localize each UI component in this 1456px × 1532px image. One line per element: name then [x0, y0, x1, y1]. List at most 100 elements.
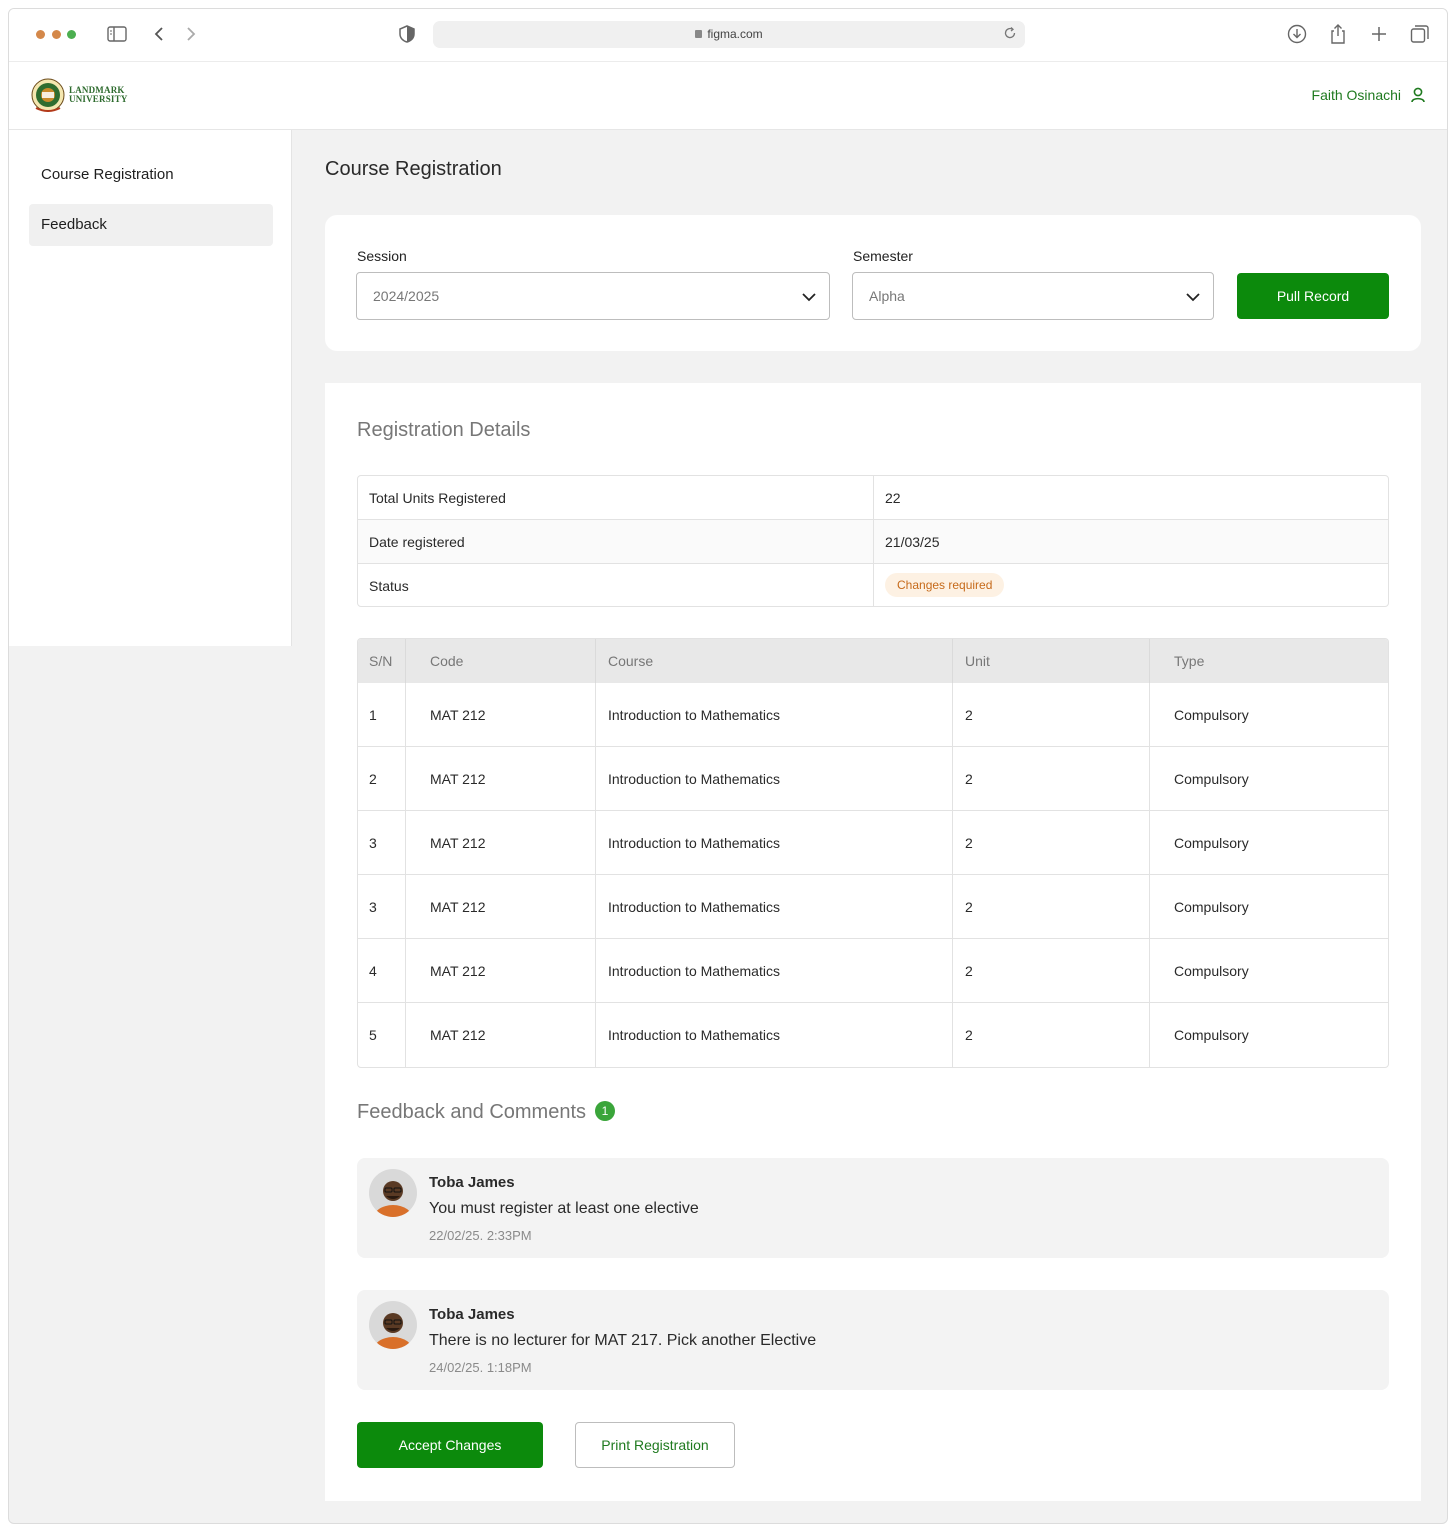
user-name: Faith Osinachi [1311, 87, 1401, 103]
avatar [369, 1301, 417, 1349]
table-row: 2 MAT 212 Introduction to Mathematics 2 … [358, 747, 1388, 811]
table-row: 1 MAT 212 Introduction to Mathematics 2 … [358, 683, 1388, 747]
cell-type: Compulsory [1174, 770, 1249, 787]
share-icon[interactable] [1327, 23, 1349, 45]
close-window-button[interactable] [36, 30, 45, 39]
university-seal-icon [31, 78, 65, 112]
minimize-window-button[interactable] [52, 30, 61, 39]
cell-course: Introduction to Mathematics [608, 1027, 780, 1043]
feedback-header: Feedback and Comments 1 [357, 1100, 616, 1124]
comment-message: You must register at least one elective [429, 1200, 699, 1217]
sidebar: Course Registration Feedback [9, 130, 292, 646]
cell-course: Introduction to Mathematics [608, 834, 780, 851]
pull-record-button[interactable]: Pull Record [1237, 273, 1389, 319]
cell-sn: 4 [369, 962, 377, 979]
sidebar-toggle-icon[interactable] [106, 23, 128, 45]
cell-code: MAT 212 [430, 962, 486, 979]
cell-type: Compulsory [1174, 962, 1249, 979]
session-value: 2024/2025 [373, 288, 440, 304]
cell-code: MAT 212 [430, 898, 486, 915]
details-value: 22 [885, 490, 901, 506]
table-header-row: S/N Code Course Unit Type [358, 639, 1388, 683]
forward-icon[interactable] [180, 23, 202, 45]
comment-card: Toba James There is no lecturer for MAT … [357, 1290, 1389, 1390]
session-select[interactable]: 2024/2025 [356, 272, 830, 320]
address-bar[interactable]: figma.com [433, 21, 1025, 48]
cell-sn: 1 [369, 706, 377, 723]
user-icon [1411, 87, 1425, 103]
maximize-window-button[interactable] [67, 30, 76, 39]
registration-details-table: Total Units Registered 22 Date registere… [357, 475, 1389, 607]
app-header: LANDMARK UNIVERSITY Faith Osinachi [9, 62, 1447, 130]
table-row: 3 MAT 212 Introduction to Mathematics 2 … [358, 875, 1388, 939]
cell-sn: 5 [369, 1027, 377, 1043]
details-row: Status Changes required [358, 564, 1388, 606]
courses-table: S/N Code Course Unit Type 1 MAT 212 Intr… [357, 638, 1389, 1068]
column-header-course: Course [608, 653, 654, 669]
cell-unit: 2 [965, 962, 973, 979]
table-row: 3 MAT 212 Introduction to Mathematics 2 … [358, 811, 1388, 875]
cell-unit: 2 [965, 1027, 973, 1043]
column-header-sn: S/N [369, 653, 393, 669]
lock-icon [695, 30, 703, 38]
page-title: Course Registration [325, 158, 502, 180]
cell-type: Compulsory [1174, 1027, 1249, 1043]
cell-code: MAT 212 [430, 834, 486, 851]
cell-code: MAT 212 [430, 706, 486, 723]
registration-card: Registration Details Total Units Registe… [325, 383, 1421, 1501]
column-header-type: Type [1174, 653, 1205, 669]
download-icon[interactable] [1286, 23, 1308, 45]
brand-line-2: UNIVERSITY [69, 94, 128, 104]
cell-unit: 2 [965, 898, 973, 915]
details-row: Date registered 21/03/25 [358, 520, 1388, 564]
reload-icon[interactable] [1003, 26, 1017, 45]
semester-select[interactable]: Alpha [852, 272, 1214, 320]
user-menu[interactable]: Faith Osinachi [1312, 87, 1425, 103]
chevron-down-icon [802, 293, 816, 302]
semester-value: Alpha [869, 288, 905, 304]
url-text: figma.com [707, 27, 763, 41]
cell-unit: 2 [965, 770, 973, 787]
cell-code: MAT 212 [430, 770, 486, 787]
details-key: Status [369, 578, 409, 594]
comment-card: Toba James You must register at least on… [357, 1158, 1389, 1258]
sidebar-item-feedback[interactable]: Feedback [29, 204, 273, 246]
feedback-title: Feedback and Comments [357, 1101, 587, 1123]
comment-timestamp: 24/02/25. 1:18PM [429, 1360, 532, 1375]
semester-label: Semester [853, 248, 913, 264]
session-label: Session [357, 248, 407, 264]
sidebar-item-course-registration[interactable]: Course Registration [29, 154, 273, 196]
column-header-unit: Unit [965, 653, 990, 669]
table-row: 5 MAT 212 Introduction to Mathematics 2 … [358, 1003, 1388, 1067]
comment-author: Toba James [429, 1306, 515, 1323]
feedback-count-badge: 1 [595, 1100, 616, 1121]
details-row: Total Units Registered 22 [358, 476, 1388, 520]
cell-sn: 3 [369, 834, 377, 851]
comment-message: There is no lecturer for MAT 217. Pick a… [429, 1332, 817, 1349]
avatar [369, 1169, 417, 1217]
comment-author: Toba James [429, 1174, 515, 1191]
new-tab-icon[interactable] [1368, 23, 1390, 45]
details-value: 21/03/25 [885, 534, 940, 550]
table-row: 4 MAT 212 Introduction to Mathematics 2 … [358, 939, 1388, 1003]
cell-unit: 2 [965, 706, 973, 723]
print-registration-button[interactable]: Print Registration [575, 1422, 735, 1468]
accept-changes-button[interactable]: Accept Changes [357, 1422, 543, 1468]
cell-course: Introduction to Mathematics [608, 898, 780, 915]
cell-type: Compulsory [1174, 898, 1249, 915]
status-badge: Changes required [885, 573, 1005, 597]
comment-timestamp: 22/02/25. 2:33PM [429, 1228, 532, 1243]
back-icon[interactable] [148, 23, 170, 45]
tab-overview-icon[interactable] [1409, 23, 1431, 45]
details-key: Total Units Registered [369, 490, 506, 506]
cell-course: Introduction to Mathematics [608, 770, 780, 787]
cell-type: Compulsory [1174, 834, 1249, 851]
cell-sn: 2 [369, 770, 377, 787]
cell-course: Introduction to Mathematics [608, 706, 780, 723]
university-logo[interactable]: LANDMARK UNIVERSITY [31, 78, 128, 112]
chevron-down-icon [1186, 293, 1200, 302]
shield-icon[interactable] [396, 23, 418, 45]
details-key: Date registered [369, 534, 465, 550]
cell-type: Compulsory [1174, 706, 1249, 723]
browser-toolbar: figma.com [9, 9, 1447, 62]
